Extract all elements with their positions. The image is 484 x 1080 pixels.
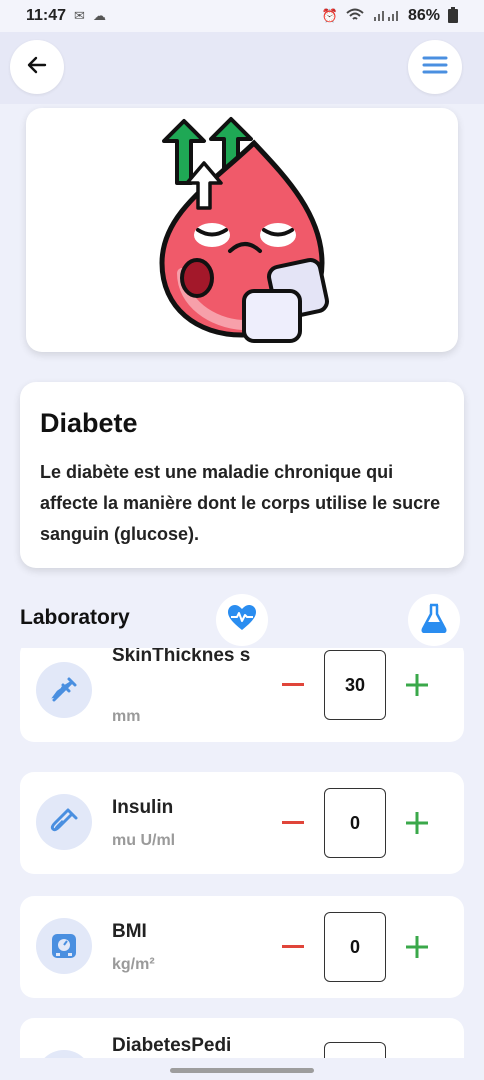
alarm-icon: ⏰	[321, 8, 338, 23]
value-input[interactable]: 30	[324, 650, 386, 720]
sad-blood-drop-icon	[142, 113, 342, 348]
status-bar: 11:47 ✉ ☁ ⏰ 86%	[0, 0, 484, 32]
lab-item-unit: mu U/ml	[112, 832, 176, 849]
cloud-icon: ☁	[92, 8, 106, 23]
lab-item-name: Insulin	[112, 797, 174, 818]
lab-item-insulin: Insulin mu U/ml 0	[20, 772, 464, 874]
menu-button[interactable]	[408, 40, 462, 94]
status-time: 11:47	[26, 7, 67, 24]
wifi-icon	[346, 8, 364, 25]
home-indicator[interactable]	[170, 1068, 314, 1073]
decrement-button[interactable]	[280, 934, 306, 960]
decrement-button[interactable]	[280, 810, 306, 836]
lab-list[interactable]: SkinThicknes s mm 30 Insulin mu U/ml 0 B…	[0, 648, 484, 1058]
mail-icon: ✉	[74, 8, 85, 23]
lab-item-skin-thickness: SkinThicknes s mm 30	[20, 648, 464, 742]
lab-item-name: DiabetesPedi	[112, 1035, 232, 1056]
vitals-tab[interactable]	[216, 594, 268, 646]
section-title: Laboratory	[20, 606, 130, 629]
battery-icon	[448, 6, 458, 26]
disease-info-card: Diabete Le diabète est une maladie chron…	[20, 382, 464, 568]
hamburger-menu-icon	[422, 55, 448, 80]
increment-button[interactable]	[404, 810, 430, 836]
value-input[interactable]: 0	[324, 788, 386, 858]
heart-pulse-icon	[227, 604, 257, 637]
disease-title: Diabete	[40, 408, 138, 438]
signal-icon	[372, 8, 400, 25]
scale-icon	[36, 918, 92, 974]
lab-item-bmi: BMI kg/m² 0	[20, 896, 464, 998]
battery-percent: 86%	[407, 7, 440, 24]
test-tube-icon	[36, 794, 92, 850]
lab-item-unit: kg/m²	[112, 956, 155, 973]
syringe-icon	[36, 662, 92, 718]
lab-item-unit: mm	[112, 708, 141, 725]
increment-button[interactable]	[404, 672, 430, 698]
arrow-left-icon	[25, 53, 49, 82]
lab-item-diabetes-pedigree: DiabetesPedi	[20, 1018, 464, 1058]
disease-description: Le diabète est une maladie chronique qui…	[40, 462, 441, 544]
value-input[interactable]: 0	[324, 912, 386, 982]
laboratory-tab[interactable]	[408, 594, 460, 646]
flask-icon	[421, 603, 447, 638]
dna-icon	[36, 1050, 92, 1058]
decrement-button[interactable]	[280, 672, 306, 698]
value-input[interactable]	[324, 1042, 386, 1058]
illustration-card	[26, 108, 458, 352]
back-button[interactable]	[10, 40, 64, 94]
increment-button[interactable]	[404, 934, 430, 960]
lab-item-name: BMI	[112, 921, 147, 942]
lab-item-name: SkinThicknes s	[112, 648, 251, 666]
